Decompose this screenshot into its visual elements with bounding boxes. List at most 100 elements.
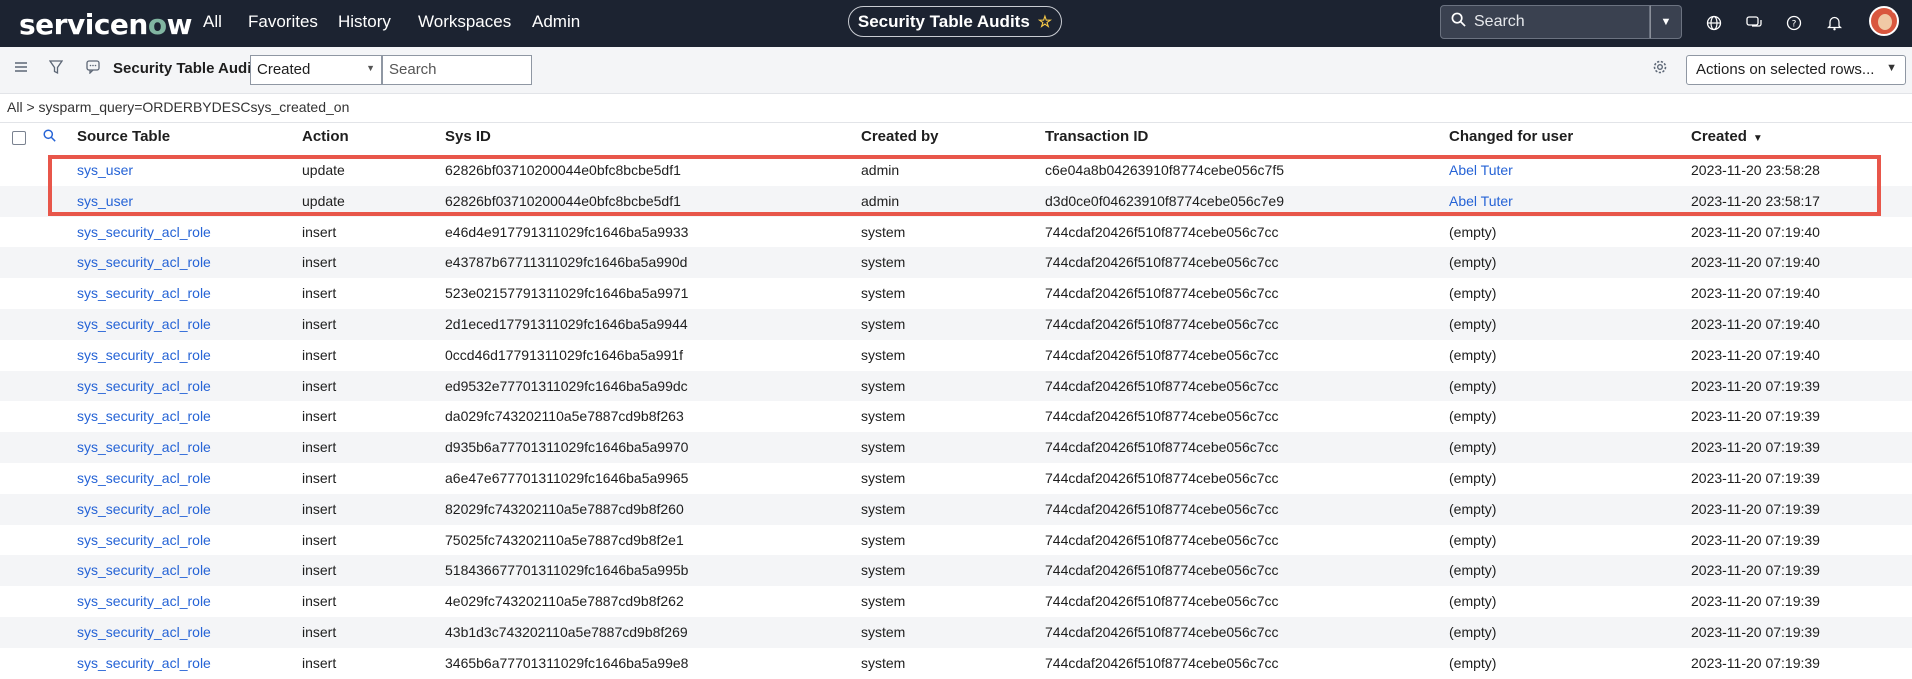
cell-created-by: system <box>861 623 906 640</box>
cell-created-by: system <box>861 346 906 363</box>
chevron-down-icon: ▼ <box>1886 62 1897 74</box>
column-header-created-by[interactable]: Created by <box>861 128 939 145</box>
cell-sys-id: e43787b67711311029fc1646ba5a990d <box>445 254 688 271</box>
cell-source-table[interactable]: sys_security_acl_role <box>77 347 211 363</box>
table-row[interactable]: sys_security_acl_role insert 75025fc743202… <box>0 525 1912 556</box>
cell-source-table[interactable]: sys_security_acl_role <box>77 408 211 424</box>
cell-transaction-id: 744cdaf20426f510f8774cebe056c7cc <box>1045 223 1279 240</box>
help-icon[interactable]: ? <box>1783 12 1805 34</box>
table-row[interactable]: sys_security_acl_role insert 5184366777013… <box>0 555 1912 587</box>
list-search-input[interactable]: Search <box>382 55 532 85</box>
cell-action: insert <box>302 223 337 240</box>
cell-source-table[interactable]: sys_security_acl_role <box>77 624 211 640</box>
cell-source-table[interactable]: sys_security_acl_role <box>77 224 211 240</box>
menu-icon[interactable] <box>14 60 28 78</box>
cell-changed-for-user[interactable]: Abel Tuter <box>1449 193 1513 209</box>
table-row[interactable]: sys_security_acl_role insert 43b1d3c743202… <box>0 616 1912 648</box>
table-row[interactable]: sys_user update 62826bf03710200044e0bfc8bc… <box>0 155 1912 186</box>
cell-sys-id: a6e47e677701311029fc1646ba5a9965 <box>445 469 689 486</box>
cell-sys-id: d935b6a77701311029fc1646ba5a9970 <box>445 439 689 456</box>
cell-transaction-id: 744cdaf20426f510f8774cebe056c7cc <box>1045 654 1279 671</box>
cell-source-table[interactable]: sys_security_acl_role <box>77 501 211 517</box>
avatar[interactable] <box>1869 6 1899 36</box>
cell-created-by: admin <box>861 162 900 178</box>
field-select[interactable]: Created ▼ <box>250 55 382 85</box>
cell-source-table[interactable]: sys_security_acl_role <box>77 285 211 301</box>
servicenow-logo[interactable]: servicenow <box>19 8 192 41</box>
table-row[interactable]: sys_security_acl_role insert e46d4e9177913… <box>0 217 1912 248</box>
comment-icon[interactable] <box>86 60 100 79</box>
cell-source-table[interactable]: sys_security_acl_role <box>77 254 211 270</box>
chat-icon[interactable] <box>1743 12 1765 34</box>
search-scope-dropdown[interactable]: ▼ <box>1650 5 1682 39</box>
cell-source-table[interactable]: sys_security_acl_role <box>77 439 211 455</box>
table-row[interactable]: sys_security_acl_role insert e43787b677113… <box>0 247 1912 279</box>
table-row[interactable]: sys_security_acl_role insert d935b6a777013… <box>0 432 1912 463</box>
cell-source-table[interactable]: sys_security_acl_role <box>77 470 211 486</box>
sort-descending-icon[interactable]: ▼ <box>1753 133 1763 144</box>
cell-created-by: system <box>861 439 906 456</box>
page-title-pill[interactable]: Security Table Audits ☆ <box>848 6 1062 37</box>
table-row[interactable]: sys_security_acl_role insert da029fc743202… <box>0 401 1912 432</box>
cell-created: 2023-11-20 07:19:39 <box>1691 408 1820 425</box>
cell-created: 2023-11-20 07:19:39 <box>1691 500 1820 517</box>
cell-created: 2023-11-20 07:19:40 <box>1691 254 1820 271</box>
cell-source-table[interactable]: sys_user <box>77 193 133 209</box>
table-row[interactable]: sys_security_acl_role insert 523e021577913… <box>0 278 1912 309</box>
cell-transaction-id: 744cdaf20426f510f8774cebe056c7cc <box>1045 408 1279 425</box>
cell-source-table[interactable]: sys_security_acl_role <box>77 378 211 394</box>
cell-sys-id: ed9532e77701311029fc1646ba5a99dc <box>445 377 688 394</box>
table-row[interactable]: sys_security_acl_role insert 3465b6a777013… <box>0 648 1912 679</box>
cell-changed-for-user[interactable]: Abel Tuter <box>1449 162 1513 178</box>
column-header-created-label: Created <box>1691 128 1747 145</box>
cell-created: 2023-11-20 23:58:28 <box>1691 162 1820 178</box>
gear-icon[interactable] <box>1652 59 1668 80</box>
nav-history[interactable]: History <box>338 12 391 32</box>
cell-transaction-id: 744cdaf20426f510f8774cebe056c7cc <box>1045 254 1279 271</box>
table-row[interactable]: sys_security_acl_role insert 0ccd46d177913… <box>0 340 1912 371</box>
cell-changed-for-user: (empty) <box>1449 346 1497 363</box>
cell-source-table[interactable]: sys_security_acl_role <box>77 316 211 332</box>
global-search-input[interactable]: Search <box>1440 5 1650 39</box>
bell-icon[interactable] <box>1823 12 1845 34</box>
cell-created: 2023-11-20 07:19:40 <box>1691 223 1820 240</box>
actions-select[interactable]: Actions on selected rows... ▼ <box>1686 55 1906 85</box>
cell-sys-id: 2d1eced17791311029fc1646ba5a9944 <box>445 315 688 332</box>
star-icon[interactable]: ☆ <box>1038 12 1052 32</box>
cell-transaction-id: d3d0ce0f04623910f8774cebe056c7e9 <box>1045 192 1285 209</box>
cell-source-table[interactable]: sys_security_acl_role <box>77 562 211 578</box>
cell-source-table[interactable]: sys_security_acl_role <box>77 655 211 671</box>
cell-source-table[interactable]: sys_security_acl_role <box>77 593 211 609</box>
table-row[interactable]: sys_security_acl_role insert 82029fc743202… <box>0 493 1912 525</box>
cell-source-table[interactable]: sys_user <box>77 162 133 178</box>
nav-favorites[interactable]: Favorites <box>248 12 318 32</box>
nav-admin[interactable]: Admin <box>532 12 580 32</box>
cell-changed-for-user: (empty) <box>1449 562 1497 579</box>
column-header-transaction-id[interactable]: Transaction ID <box>1045 128 1148 145</box>
list-title: Security Table Audits <box>113 60 265 77</box>
breadcrumb[interactable]: All > sysparm_query=ORDERBYDESCsys_creat… <box>7 99 349 115</box>
cell-source-table[interactable]: sys_security_acl_role <box>77 532 211 548</box>
column-header-action[interactable]: Action <box>302 128 349 145</box>
select-all-checkbox[interactable] <box>12 131 26 145</box>
cell-created: 2023-11-20 07:19:39 <box>1691 623 1820 640</box>
nav-workspaces[interactable]: Workspaces <box>418 12 511 32</box>
table-row[interactable]: sys_security_acl_role insert 2d1eced177913… <box>0 308 1912 340</box>
table-row[interactable]: sys_security_acl_role insert ed9532e777013… <box>0 370 1912 402</box>
column-header-created[interactable]: Created ▼ <box>1691 128 1763 145</box>
column-header-source-table[interactable]: Source Table <box>77 128 170 145</box>
nav-all[interactable]: All <box>203 12 222 32</box>
cell-action: insert <box>302 469 337 486</box>
globe-icon[interactable] <box>1703 12 1725 34</box>
table-row[interactable]: sys_security_acl_role insert a6e47e6777013… <box>0 463 1912 494</box>
cell-created: 2023-11-20 07:19:39 <box>1691 439 1820 456</box>
cell-changed-for-user: (empty) <box>1449 623 1497 640</box>
column-header-sys-id[interactable]: Sys ID <box>445 128 491 145</box>
table-row[interactable]: sys_user update 62826bf03710200044e0bfc8bc… <box>0 185 1912 217</box>
table-row[interactable]: sys_security_acl_role insert 4e029fc743202… <box>0 586 1912 617</box>
filter-icon[interactable] <box>48 60 64 80</box>
column-header-changed-for-user[interactable]: Changed for user <box>1449 128 1573 145</box>
column-search-icon[interactable] <box>43 129 56 145</box>
chevron-down-icon: ▼ <box>1660 16 1672 28</box>
cell-sys-id: 4e029fc743202110a5e7887cd9b8f262 <box>445 593 684 610</box>
